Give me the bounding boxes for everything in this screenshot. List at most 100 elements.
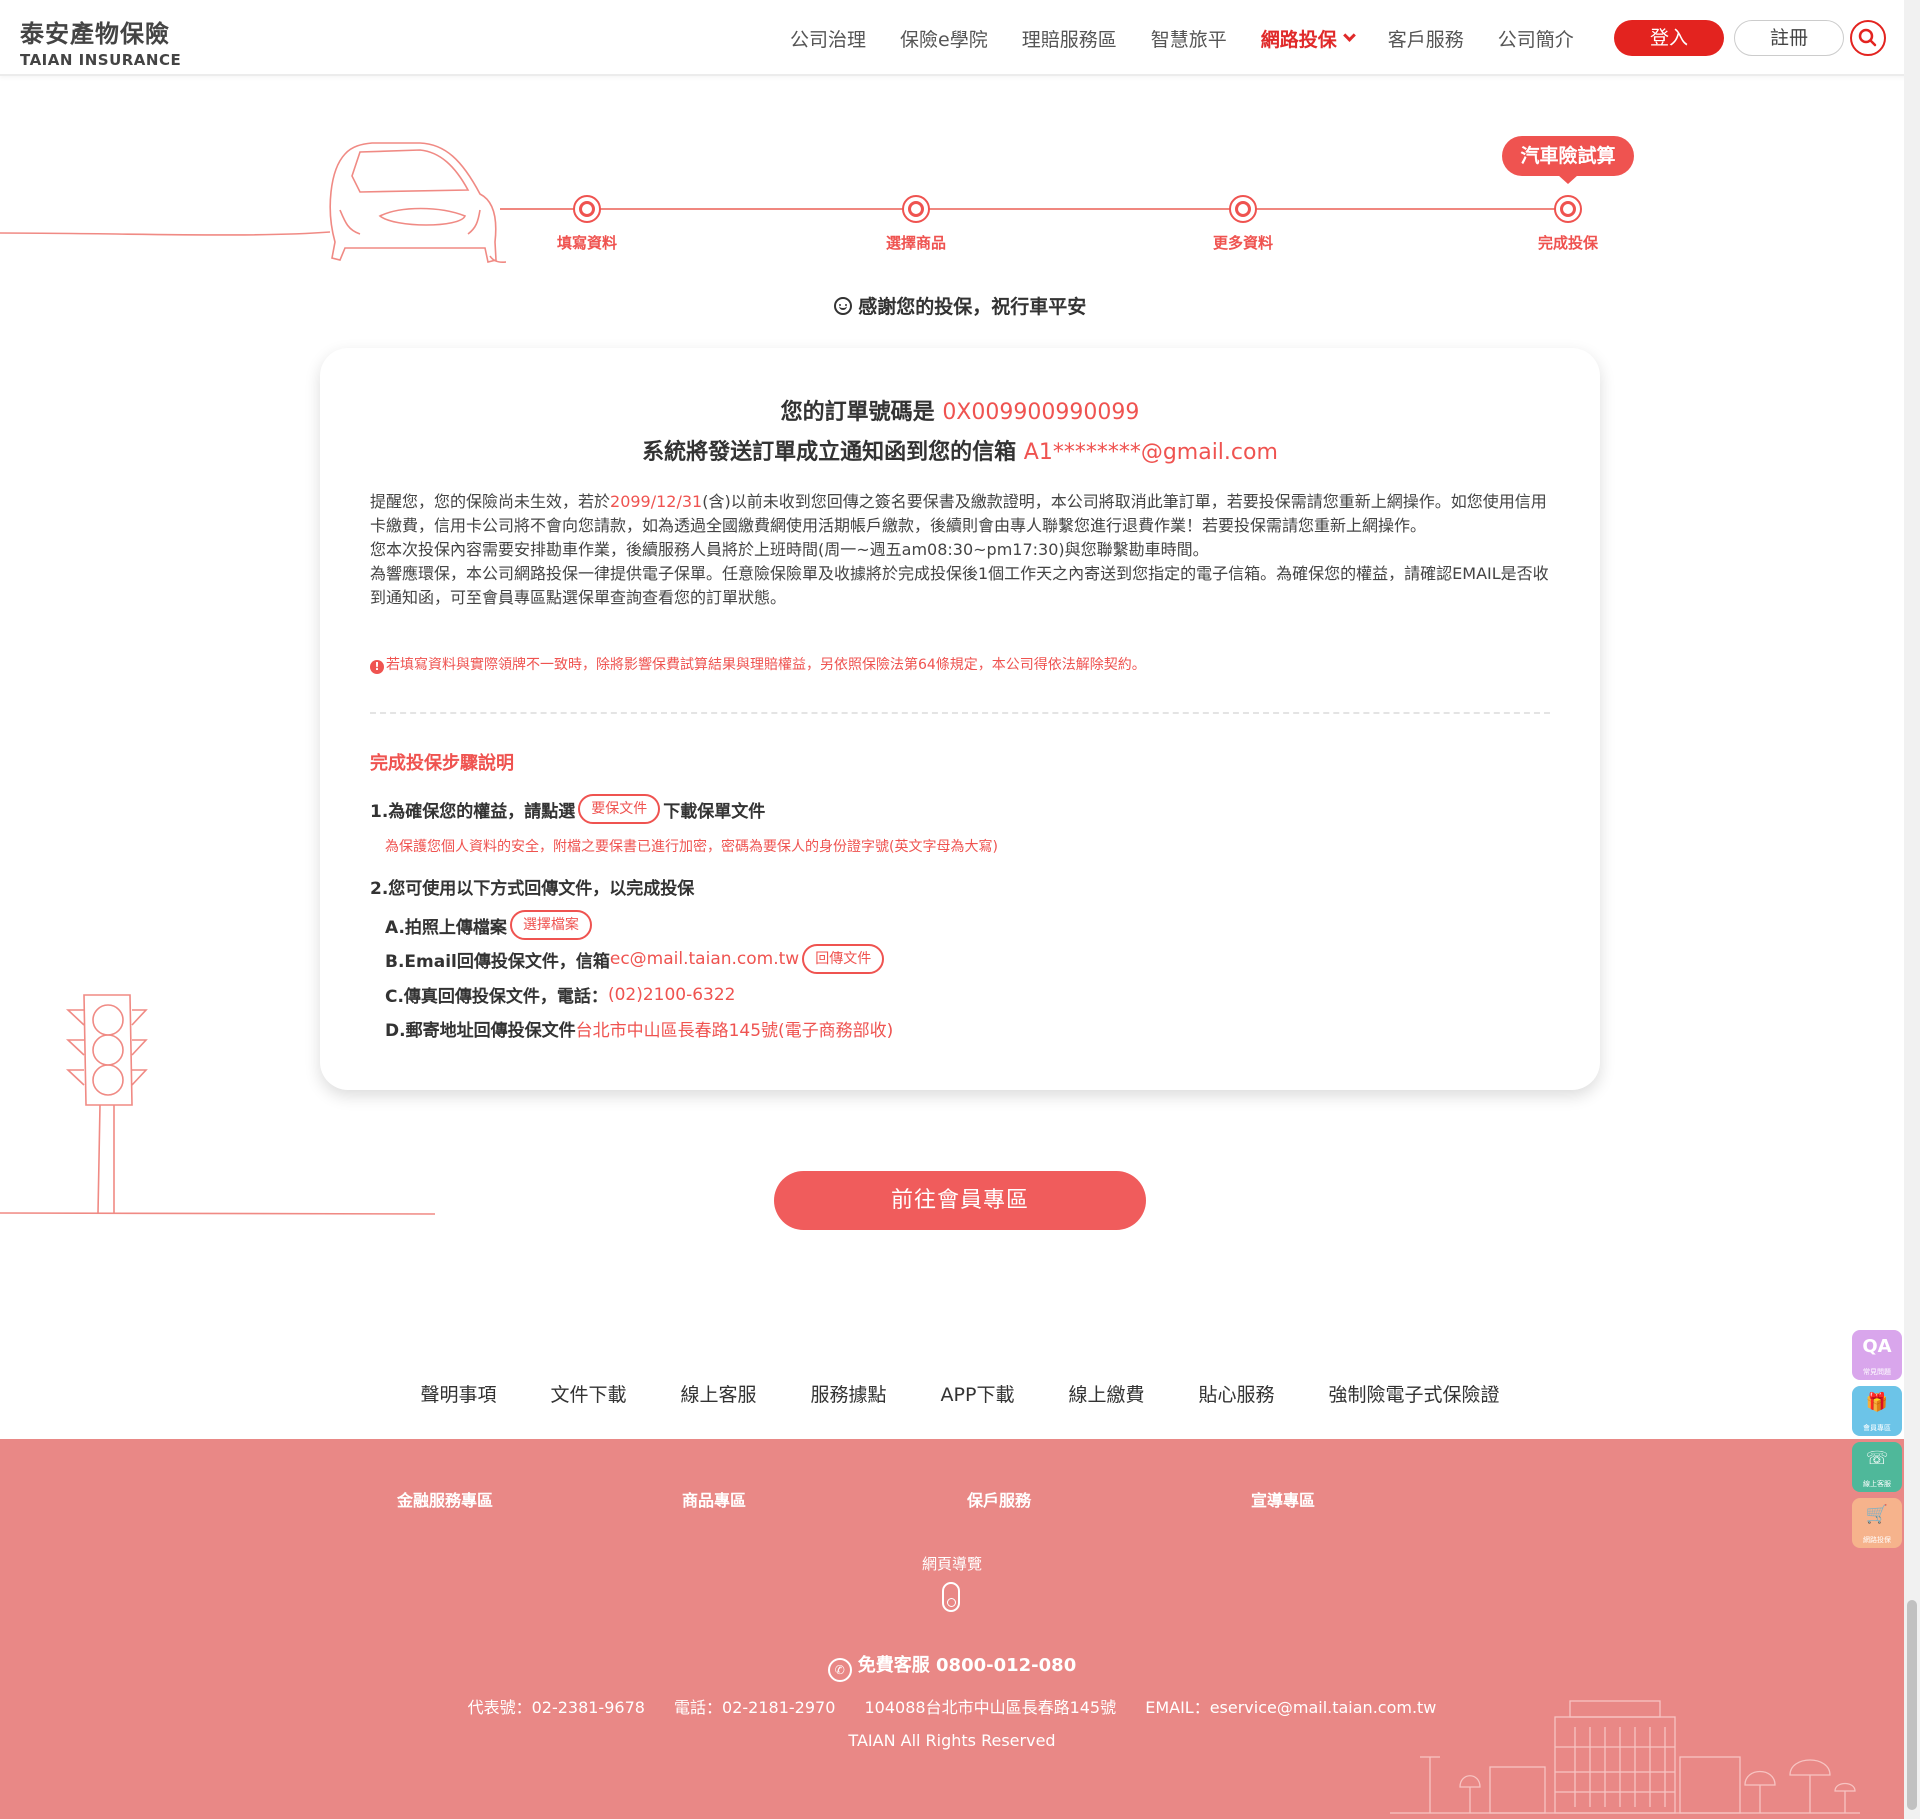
exclamation-icon: ! bbox=[370, 660, 384, 674]
phone-number: 電話：02-2181-2970 bbox=[674, 1698, 836, 1717]
notice-paragraph-1: 提醒您，您的保險尚未生效，若於2099/12/31(含)以前未收到您回傳之簽名要… bbox=[370, 490, 1555, 538]
application-documents-button[interactable]: 要保文件 bbox=[578, 794, 661, 824]
order-card: 您的訂單號碼是 0X009900990099 系統將發送訂單成立通知函到您的信箱… bbox=[320, 348, 1600, 1090]
faq-shortcut[interactable]: QA 常見問題 bbox=[1852, 1330, 1902, 1380]
footer-link-service-locations[interactable]: 服務據點 bbox=[811, 1380, 887, 1407]
method-d: D.郵寄地址回傳投保文件 台北市中山區長春路145號(電子商務部收) bbox=[385, 1016, 893, 1041]
footer-links: 聲明事項 文件下載 線上客服 服務據點 APP下載 線上繳費 貼心服務 強制險電… bbox=[0, 1380, 1920, 1407]
step-label-fill-info: 填寫資料 bbox=[556, 234, 617, 252]
logo-chinese: 泰安產物保險 bbox=[20, 20, 170, 48]
footer-link-compulsory-certificate[interactable]: 強制險電子式保險證 bbox=[1329, 1380, 1500, 1407]
notice-paragraph-3: 為響應環保，本公司網路投保一律提供電子保單。任意險保險單及收據將於完成投保後1個… bbox=[370, 564, 1549, 607]
login-button[interactable]: 登入 bbox=[1614, 20, 1724, 56]
sitemap-toggle[interactable] bbox=[942, 1582, 960, 1612]
order-email: A1********@gmail.com bbox=[1023, 440, 1278, 465]
member-shortcut[interactable]: 🎁 會員專區 bbox=[1852, 1386, 1902, 1436]
step-label-complete: 完成投保 bbox=[1537, 234, 1598, 252]
phone-icon: ✆ bbox=[827, 1658, 852, 1682]
dashed-divider bbox=[370, 712, 1550, 714]
warning-note: ! 若填寫資料與實際領牌不一致時，除將影響保費試算結果與理賠權益，另依照保險法第6… bbox=[370, 654, 1555, 674]
email-notice-line: 系統將發送訂單成立通知函到您的信箱 A1********@gmail.com bbox=[320, 434, 1600, 466]
method-a: A.拍照上傳檔案 選擇檔案 bbox=[385, 910, 595, 940]
scrollbar-thumb[interactable] bbox=[1907, 1600, 1917, 1810]
calculator-badge: 汽車險試算 bbox=[1502, 136, 1634, 184]
smile-icon bbox=[833, 297, 852, 315]
notice-p1-pre: 提醒您，您的保險尚未生效，若於 bbox=[370, 492, 611, 511]
search-icon bbox=[1858, 28, 1877, 47]
hotline-text: 免費客服 0800-012-080 bbox=[857, 1655, 1077, 1676]
company-address: 104088台北市中山區長春路145號 bbox=[864, 1698, 1117, 1717]
nav-about-company[interactable]: 公司簡介 bbox=[1498, 25, 1574, 52]
footer-link-app-download[interactable]: APP下載 bbox=[941, 1380, 1015, 1407]
choose-file-button[interactable]: 選擇檔案 bbox=[509, 910, 592, 940]
site-header: 泰安產物保險 TAIAN INSURANCE 公司治理 保險e學院 理賠服務區 … bbox=[0, 0, 1920, 76]
logo-english: TAIAN INSURANCE bbox=[20, 51, 182, 69]
steps-title: 完成投保步驟說明 bbox=[370, 753, 514, 774]
site-footer: 金融服務專區 商品專區 保戶服務 宣導專區 網頁導覽 ✆ 免費客服 0800-01… bbox=[0, 1439, 1904, 1819]
order-number-line: 您的訂單號碼是 0X009900990099 bbox=[320, 394, 1600, 426]
step-label-select-product: 選擇商品 bbox=[885, 234, 946, 252]
chevron-down-icon bbox=[1342, 29, 1356, 42]
traffic-light-illustration bbox=[0, 994, 436, 1215]
member-area-button[interactable]: 前往會員專區 bbox=[774, 1171, 1146, 1230]
logo[interactable]: 泰安產物保險 TAIAN INSURANCE bbox=[20, 14, 181, 69]
step-label-more-info: 更多資料 bbox=[1212, 234, 1273, 252]
step-dot-complete bbox=[1554, 195, 1582, 223]
nav-corporate-governance[interactable]: 公司治理 bbox=[790, 25, 866, 52]
progress-line bbox=[500, 208, 1570, 210]
cart-icon: 🛒 bbox=[1865, 1504, 1889, 1525]
footer-category-finance[interactable]: 金融服務專區 bbox=[397, 1487, 493, 1511]
thanks-text: 感謝您的投保，祝行車平安 bbox=[858, 296, 1087, 318]
city-skyline-illustration bbox=[1390, 1700, 1860, 1814]
footer-link-online-support[interactable]: 線上客服 bbox=[681, 1380, 757, 1407]
scrollbar[interactable] bbox=[1904, 0, 1920, 1819]
method-a-label: A.拍照上傳檔案 bbox=[385, 917, 507, 938]
footer-category-products[interactable]: 商品專區 bbox=[682, 1487, 746, 1511]
fax-number: (02)2100-6322 bbox=[607, 984, 736, 1005]
nav-online-insurance[interactable]: 網路投保 bbox=[1261, 25, 1356, 52]
member-label: 會員專區 bbox=[1863, 1424, 1891, 1432]
step1-note: 為保護您個人資料的安全，附檔之要保書已進行加密，密碼為要保人的身份證字號(英文字… bbox=[385, 839, 998, 855]
headset-icon: ☏ bbox=[1865, 1448, 1889, 1469]
footer-link-online-payment[interactable]: 線上繳費 bbox=[1068, 1380, 1144, 1407]
online-support-label: 線上客服 bbox=[1863, 1480, 1891, 1488]
search-button[interactable] bbox=[1850, 20, 1886, 56]
notice-paragraph-2: 您本次投保內容需要安排勘車作業，後續服務人員將於上班時間(周一~週五am08:3… bbox=[370, 540, 1209, 559]
faq-label: 常見問題 bbox=[1863, 1368, 1891, 1376]
nav-insurance-academy[interactable]: 保險e學院 bbox=[900, 25, 988, 52]
step-1: 1.為確保您的權益，請點選 要保文件 下載保單文件 bbox=[370, 794, 765, 824]
register-button[interactable]: 註冊 bbox=[1734, 20, 1844, 56]
online-support-shortcut[interactable]: ☏ 線上客服 bbox=[1852, 1442, 1902, 1492]
nav-customer-service[interactable]: 客戶服務 bbox=[1388, 25, 1464, 52]
main-nav: 公司治理 保險e學院 理賠服務區 智慧旅平 網路投保 客戶服務 公司簡介 bbox=[790, 0, 1608, 76]
thanks-message: 感謝您的投保，祝行車平安 bbox=[0, 292, 1920, 319]
footer-link-downloads[interactable]: 文件下載 bbox=[551, 1380, 627, 1407]
nav-smart-travel[interactable]: 智慧旅平 bbox=[1151, 25, 1227, 52]
online-insurance-shortcut[interactable]: 🛒 網路投保 bbox=[1852, 1498, 1902, 1548]
upload-email[interactable]: ec@mail.taian.com.tw bbox=[610, 949, 799, 969]
footer-category-awareness[interactable]: 宣導專區 bbox=[1251, 1487, 1315, 1511]
nav-claims-service[interactable]: 理賠服務區 bbox=[1022, 25, 1117, 52]
page: 泰安產物保險 TAIAN INSURANCE 公司治理 保險e學院 理賠服務區 … bbox=[0, 0, 1920, 1819]
hotline: ✆ 免費客服 0800-012-080 bbox=[0, 1651, 1904, 1682]
qa-icon: QA bbox=[1862, 1336, 1892, 1357]
floating-shortcuts: QA 常見問題 🎁 會員專區 ☏ 線上客服 🛒 網路投保 bbox=[1852, 1330, 1902, 1554]
sitemap-label: 網頁導覽 bbox=[921, 1555, 982, 1573]
step-2: 2.您可使用以下方式回傳文件，以完成投保 bbox=[370, 879, 695, 899]
notice-text: 提醒您，您的保險尚未生效，若於2099/12/31(含)以前未收到您回傳之簽名要… bbox=[370, 490, 1555, 610]
method-b-label: B.Email回傳投保文件，信箱 bbox=[385, 951, 610, 972]
deadline-date: 2099/12/31 bbox=[610, 492, 703, 511]
footer-link-statement[interactable]: 聲明事項 bbox=[420, 1380, 496, 1407]
step-dot-fill-info bbox=[573, 195, 601, 223]
gift-icon: 🎁 bbox=[1865, 1392, 1889, 1413]
method-b: B.Email回傳投保文件，信箱 ec@mail.taian.com.tw 回傳… bbox=[385, 944, 887, 974]
step1-prefix: 1.為確保您的權益，請點選 bbox=[370, 801, 576, 822]
main-number: 代表號：02-2381-9678 bbox=[467, 1698, 645, 1717]
step-dot-more-info bbox=[1229, 195, 1257, 223]
mailing-address: 台北市中山區長春路145號(電子商務部收) bbox=[575, 1021, 894, 1041]
footer-link-care-service[interactable]: 貼心服務 bbox=[1198, 1380, 1274, 1407]
footer-category-policyholder[interactable]: 保戶服務 bbox=[967, 1487, 1031, 1511]
order-number: 0X009900990099 bbox=[942, 400, 1140, 425]
return-documents-button[interactable]: 回傳文件 bbox=[802, 944, 885, 974]
step1-suffix: 下載保單文件 bbox=[663, 801, 766, 822]
